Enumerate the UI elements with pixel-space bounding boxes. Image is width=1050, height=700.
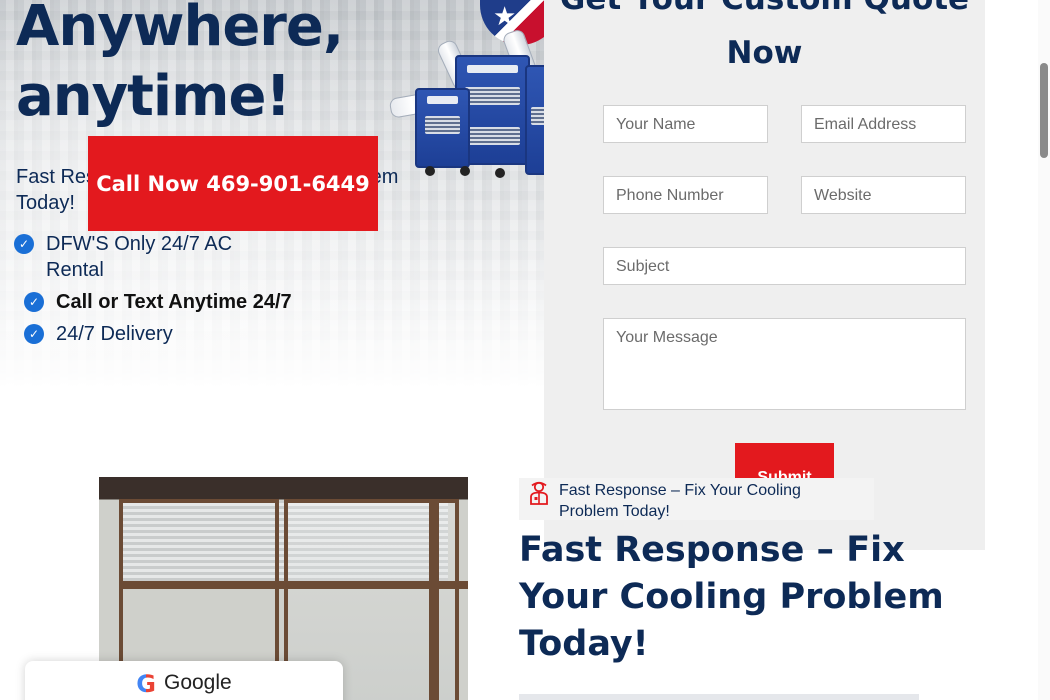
feature-item: ✓ DFW'S Only 24/7 AC Rental — [14, 231, 274, 283]
name-field[interactable]: Your Name — [603, 105, 768, 143]
feature-text: Call or Text Anytime 24/7 — [56, 291, 292, 313]
phone-field[interactable]: Phone Number — [603, 176, 768, 214]
ac-caster — [460, 166, 470, 176]
ac-units-image: ★ — [385, 0, 545, 190]
form-title: Get Your Custom Quote Now — [560, 0, 969, 71]
submit-button[interactable]: Submit — [735, 443, 834, 483]
google-label: Google — [163, 671, 232, 694]
google-reviews-widget[interactable]: G Google — [25, 661, 343, 700]
hero-title-line1: Anywhere, — [16, 0, 344, 59]
feature-list-secondary: ✓ Call or Text Anytime 24/7 ✓ 24/7 Deliv… — [24, 289, 292, 353]
hero-title: Anywhere, anytime! — [16, 0, 344, 132]
google-logo-icon: G — [136, 671, 156, 700]
scrollbar-thumb[interactable] — [1040, 63, 1048, 158]
ac-unit — [525, 65, 545, 175]
feature-item: ✓ Call or Text Anytime 24/7 — [24, 289, 292, 315]
badge-text: Fast Response – Fix Your Cooling Problem… — [559, 482, 801, 520]
subject-field[interactable]: Subject — [603, 247, 966, 285]
feature-text: 24/7 Delivery — [56, 323, 173, 345]
feature-text: DFW'S Only 24/7 AC Rental — [46, 233, 233, 281]
check-circle-icon: ✓ — [24, 292, 44, 312]
website-field[interactable]: Website — [801, 176, 966, 214]
window-frame — [429, 499, 439, 700]
technician-icon — [530, 481, 548, 505]
section-title: Fast Response – Fix Your Cooling Problem… — [519, 530, 944, 664]
email-field[interactable]: Email Address — [801, 105, 966, 143]
message-textarea[interactable]: Your Message — [603, 318, 966, 410]
section-body-text — [519, 694, 919, 700]
ac-unit — [415, 88, 470, 168]
flag-star-icon: ★ — [493, 2, 517, 32]
check-circle-icon: ✓ — [14, 234, 34, 254]
ac-caster — [495, 168, 505, 178]
hero-title-line2: anytime! — [16, 64, 291, 129]
service-badge: Fast Response – Fix Your Cooling Problem… — [519, 478, 874, 520]
page-scrollbar[interactable] — [1038, 0, 1050, 700]
feature-list: ✓ DFW'S Only 24/7 AC Rental — [14, 231, 274, 283]
feature-item: ✓ 24/7 Delivery — [24, 321, 292, 347]
quote-form: Get Your Custom Quote Now Your Name Emai… — [544, 0, 985, 550]
call-now-button[interactable]: Call Now 469-901-6449 — [88, 136, 378, 231]
check-circle-icon: ✓ — [24, 324, 44, 344]
window-frame — [119, 581, 468, 589]
